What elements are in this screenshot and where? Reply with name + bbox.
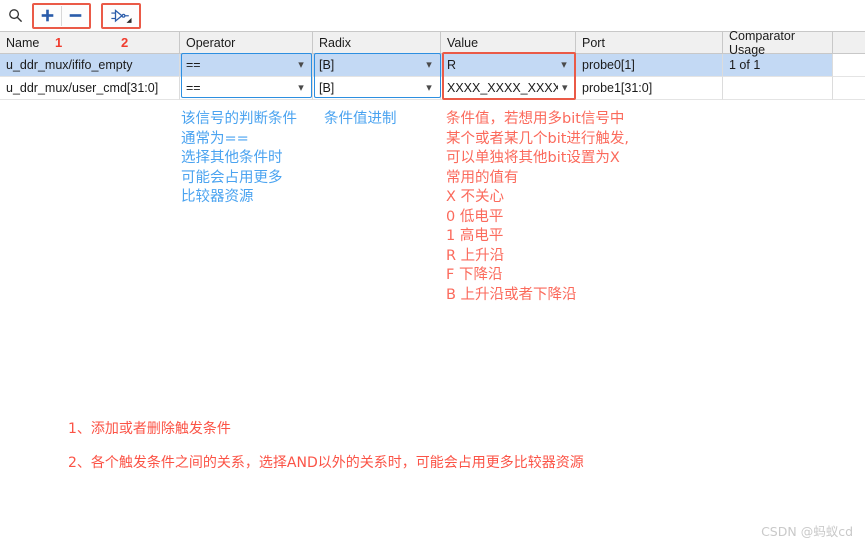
annotation-radix-note: 条件值进制 xyxy=(324,111,397,127)
chevron-down-icon: ▾ xyxy=(298,58,304,71)
plus-icon xyxy=(41,9,54,22)
table-row[interactable]: u_ddr_mux/user_cmd[31:0] == ▾ [B] ▾ XXXX… xyxy=(0,77,865,100)
column-header-radix[interactable]: Radix xyxy=(313,32,441,53)
toolbar xyxy=(0,0,865,31)
cell-comparator-usage xyxy=(723,77,833,100)
operator-value: == xyxy=(186,58,201,72)
logic-gate-icon xyxy=(111,8,132,23)
chevron-down-icon: ▾ xyxy=(426,58,432,71)
cell-name[interactable]: u_ddr_mux/user_cmd[31:0] xyxy=(0,77,180,100)
add-remove-condition-group xyxy=(32,2,91,29)
column-header-name-label: Name xyxy=(6,35,40,50)
chevron-down-icon: ▾ xyxy=(426,81,432,94)
column-header-comparator-usage[interactable]: Comparator Usage xyxy=(723,29,833,57)
add-condition-button[interactable] xyxy=(34,4,61,27)
radix-value: [B] xyxy=(319,81,335,95)
remove-condition-button[interactable] xyxy=(62,4,89,27)
annotation-bottom-2: 2、各个触发条件之间的关系，选择AND以外的关系时，可能会占用更多比较器资源 xyxy=(68,455,584,471)
chevron-down-icon: ▾ xyxy=(298,81,304,94)
operator-dropdown[interactable]: == ▾ xyxy=(186,54,312,76)
annotation-operator-note: 该信号的判断条件 通常为== 选择其他条件时 可能会占用更多 比较器资源 xyxy=(181,111,297,205)
logic-gate-button[interactable] xyxy=(103,4,139,27)
cell-value[interactable]: XXXX_XXXX_XXXX... ▾ xyxy=(441,77,576,100)
annotation-value-note: 条件值，若想用多bit信号中 某个或者某几个bit进行触发, 可以单独将其他bi… xyxy=(446,111,630,303)
column-header-name[interactable]: Name 1 2 xyxy=(0,32,180,53)
column-header-operator[interactable]: Operator xyxy=(180,32,313,53)
cell-radix[interactable]: [B] ▾ xyxy=(313,54,441,77)
cell-operator[interactable]: == ▾ xyxy=(180,54,313,77)
cell-spacer xyxy=(833,77,865,100)
operator-value: == xyxy=(186,81,201,95)
table-header-row: Name 1 2 Operator Radix Value Port Compa… xyxy=(0,29,865,57)
search-icon[interactable] xyxy=(0,1,30,31)
table-row[interactable]: u_ddr_mux/ififo_empty == ▾ [B] ▾ R ▾ pro… xyxy=(0,54,865,77)
cell-comparator-usage: 1 of 1 xyxy=(723,54,833,77)
marker-2: 2 xyxy=(121,35,129,50)
watermark: CSDN @蚂蚁cd xyxy=(761,524,853,539)
cell-name[interactable]: u_ddr_mux/ififo_empty xyxy=(0,54,180,77)
value-dropdown[interactable]: R ▾ xyxy=(447,54,575,76)
trigger-setup-table: Name 1 2 Operator Radix Value Port Compa… xyxy=(0,29,865,100)
cell-port: probe0[1] xyxy=(576,54,723,77)
value-dropdown[interactable]: XXXX_XXXX_XXXX... ▾ xyxy=(447,77,575,99)
radix-value: [B] xyxy=(319,58,335,72)
value-text: XXXX_XXXX_XXXX... xyxy=(447,81,559,95)
minus-icon xyxy=(69,14,82,17)
operator-dropdown[interactable]: == ▾ xyxy=(186,77,312,99)
trigger-logic-group xyxy=(101,2,141,29)
annotation-bottom-1: 1、添加或者删除触发条件 xyxy=(68,421,231,437)
column-header-spacer xyxy=(833,32,865,53)
cell-value[interactable]: R ▾ xyxy=(441,54,576,77)
column-header-port[interactable]: Port xyxy=(576,32,723,53)
cell-port: probe1[31:0] xyxy=(576,77,723,100)
value-text: R xyxy=(447,58,457,72)
cell-spacer xyxy=(833,54,865,77)
chevron-down-icon: ▾ xyxy=(561,81,568,94)
radix-dropdown[interactable]: [B] ▾ xyxy=(319,54,440,76)
table-body: u_ddr_mux/ififo_empty == ▾ [B] ▾ R ▾ pro… xyxy=(0,54,865,100)
chevron-down-icon: ▾ xyxy=(561,58,567,71)
cell-radix[interactable]: [B] ▾ xyxy=(313,77,441,100)
radix-dropdown[interactable]: [B] ▾ xyxy=(319,77,440,99)
marker-1: 1 xyxy=(55,35,63,50)
column-header-value[interactable]: Value xyxy=(441,32,576,53)
cell-operator[interactable]: == ▾ xyxy=(180,77,313,100)
